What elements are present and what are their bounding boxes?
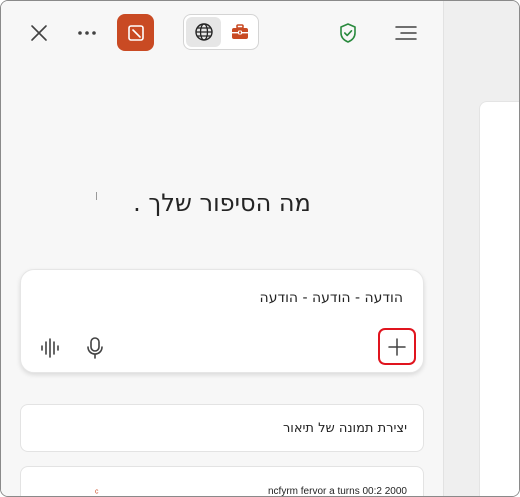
composer-input-text[interactable]: הודעה - הודעה - הודעה	[260, 290, 403, 306]
close-icon	[31, 25, 47, 41]
suggestion-label: יצירת תמונה של תיאור	[282, 421, 407, 436]
message-composer[interactable]: הודעה - הודעה - הודעה	[20, 269, 424, 373]
add-attachment-button[interactable]	[378, 328, 416, 365]
copilot-app-icon	[127, 24, 144, 41]
mode-toggle	[183, 14, 259, 50]
menu-icon	[395, 26, 417, 40]
copilot-panel: מה הסיפור שלך . הודעה - הודעה - הודעה יצ…	[1, 1, 444, 496]
work-mode-button[interactable]	[222, 17, 257, 47]
more-options-button[interactable]	[73, 19, 101, 47]
suggestion-label: ncfyrm fervor a turns 00:2 2000	[268, 486, 407, 497]
voice-mode-button[interactable]	[39, 337, 61, 359]
more-horizontal-icon	[78, 31, 96, 35]
protection-button[interactable]	[334, 19, 362, 47]
page-title: מה הסיפור שלך .	[133, 189, 311, 217]
close-button[interactable]	[25, 19, 53, 47]
suggestion-icon: ᶜ	[95, 488, 99, 497]
shield-check-icon	[340, 23, 356, 43]
microphone-button[interactable]	[84, 336, 106, 360]
suggestion-card[interactable]: יצירת תמונה של תיאור	[20, 404, 424, 452]
suggestion-card[interactable]: ᶜ ncfyrm fervor a turns 00:2 2000	[20, 466, 424, 497]
briefcase-icon	[231, 24, 248, 39]
web-mode-button[interactable]	[186, 17, 221, 47]
plus-icon	[388, 337, 406, 356]
app-button[interactable]	[117, 14, 154, 51]
voice-wave-icon	[41, 338, 59, 358]
microphone-icon	[87, 337, 103, 359]
globe-icon	[194, 23, 213, 41]
menu-button[interactable]	[392, 19, 420, 47]
side-pane-card	[479, 101, 519, 496]
app-window: מה הסיפור שלך . הודעה - הודעה - הודעה יצ…	[0, 0, 520, 497]
